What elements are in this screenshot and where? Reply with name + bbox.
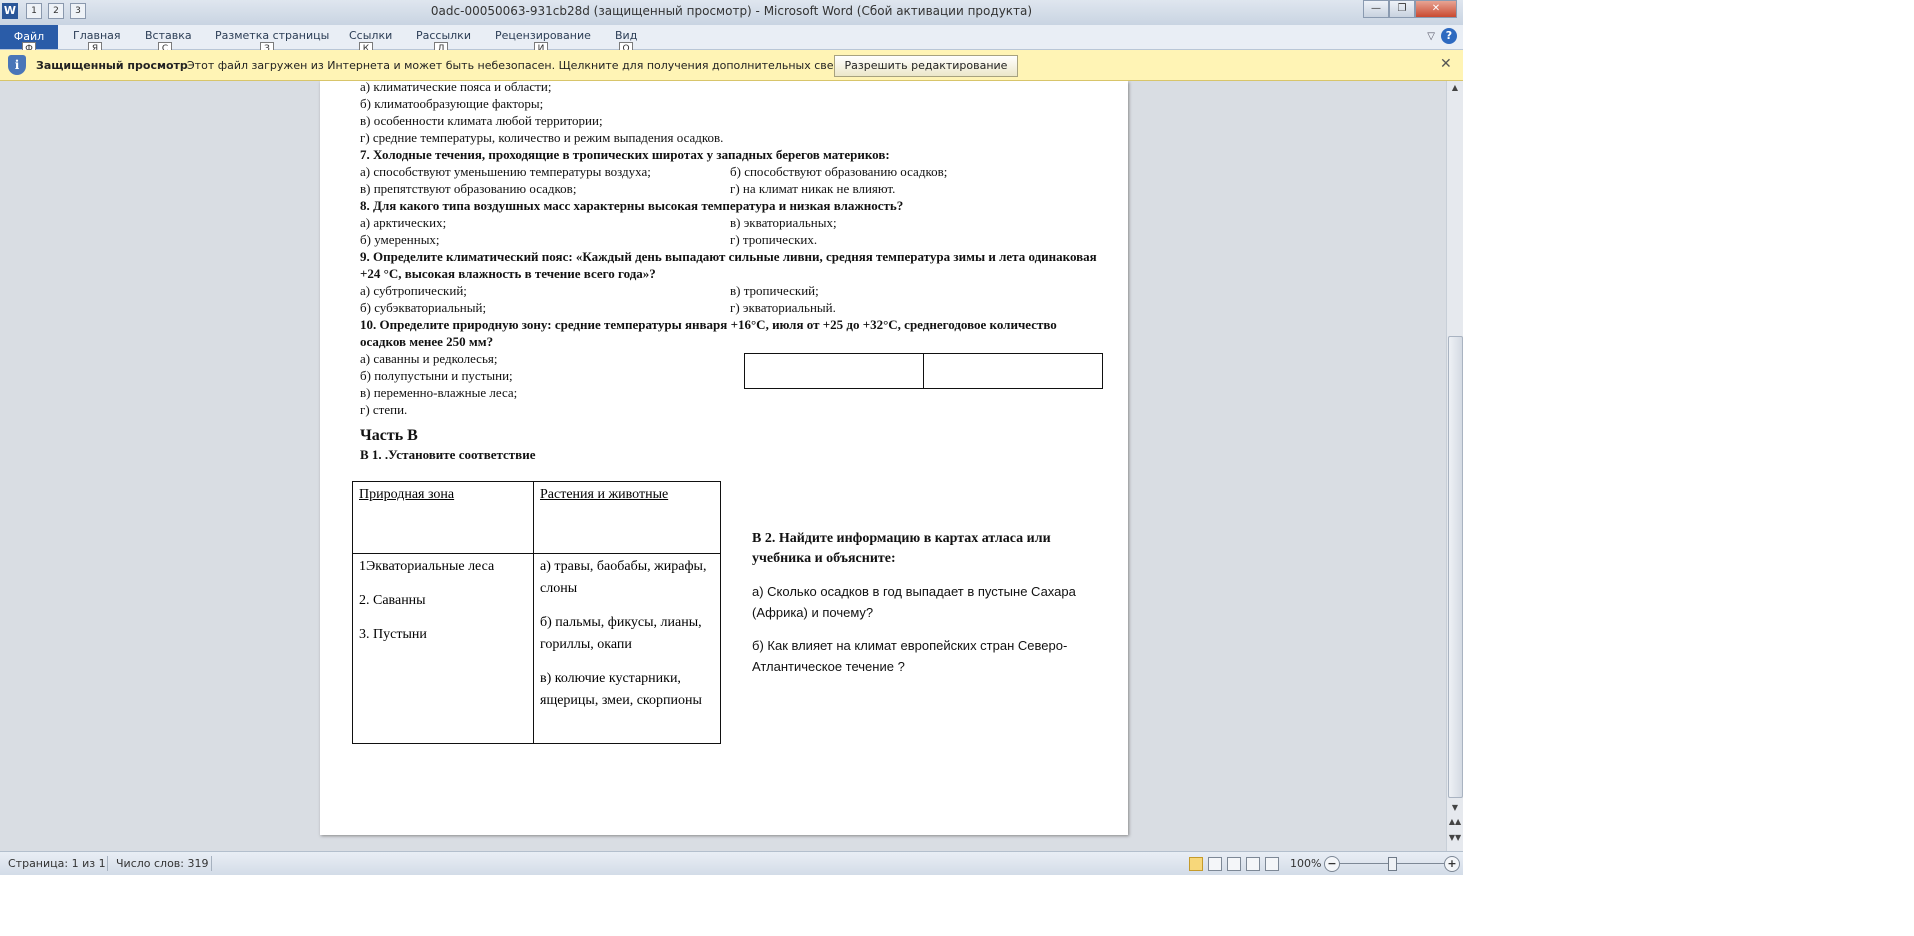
previous-page-icon[interactable]: ▲▲ (1447, 817, 1463, 826)
option-text: а) способствуют уменьшению температуры в… (360, 164, 651, 179)
b1-title: В 1. .Установите соответствие (360, 447, 536, 462)
word-count[interactable]: Число слов: 319 (116, 857, 209, 870)
fauna-item: а) травы, баобабы, жирафы, слоны (540, 559, 707, 596)
option-line: б) климатообразующие факторы; (360, 96, 544, 111)
zone-item: 1Экваториальные леса (359, 559, 495, 574)
page-content: а) климатические пояса и области; б) кли… (360, 81, 1100, 463)
option-text: б) умеренных; (360, 232, 440, 247)
option-text: г) тропических. (730, 232, 818, 247)
option-line: г) средние температуры, количество и реж… (360, 130, 724, 145)
option-line: в) особенности климата любой территории; (360, 113, 603, 128)
status-divider (107, 856, 108, 871)
answer-table (744, 353, 1103, 389)
question-8: 8. Для какого типа воздушных масс характ… (360, 198, 904, 213)
full-screen-reading-icon[interactable] (1208, 857, 1222, 871)
scroll-up-icon[interactable]: ▲ (1447, 83, 1463, 92)
status-bar: Страница: 1 из 1 Число слов: 319 100% − … (0, 851, 1463, 875)
q9-options-row: а) субтропический; в) тропический; (360, 282, 1100, 299)
answer-cell[interactable] (923, 353, 1103, 389)
option-text: а) субтропический; (360, 283, 467, 298)
answer-cell[interactable] (744, 353, 924, 389)
question-9: 9. Определите климатический пояс: «Кажды… (360, 249, 1097, 281)
minimize-ribbon-icon[interactable]: ▽ (1427, 31, 1435, 42)
fauna-item: в) колючие кустарники, ящерицы, змеи, ск… (540, 671, 702, 708)
option-text: б) способствуют образованию осадков; (730, 164, 948, 179)
zoom-in-icon[interactable]: + (1444, 856, 1460, 872)
tab-insert[interactable]: Вставка (145, 29, 192, 42)
col-header-fauna: Растения и животные (540, 487, 669, 502)
tab-view[interactable]: Вид (615, 29, 637, 42)
option-line: а) климатические пояса и области; (360, 81, 552, 94)
b2-title: В 2. Найдите информацию в картах атласа … (752, 531, 1051, 566)
window-controls: — ❐ ✕ (1363, 0, 1457, 18)
option-line: г) степи. (360, 402, 408, 417)
option-text: г) экваториальный. (730, 300, 836, 315)
option-text: а) арктических; (360, 215, 447, 230)
option-text: г) на климат никак не влияют. (730, 181, 896, 196)
next-page-icon[interactable]: ▼▼ (1447, 833, 1463, 842)
window-title: 0adc-00050063-931cb28d (защищенный просм… (430, 4, 1033, 18)
print-layout-icon[interactable] (1189, 857, 1203, 871)
protected-view-message[interactable]: Этот файл загружен из Интернета и может … (187, 59, 873, 72)
q9-options-row: б) субэкваториальный; г) экваториальный. (360, 299, 1100, 316)
tab-home[interactable]: Главная (73, 29, 121, 42)
option-text: в) экваториальных; (730, 215, 837, 230)
col-header-zone: Природная зона (359, 487, 455, 502)
option-text: б) субэкваториальный; (360, 300, 487, 315)
outline-view-icon[interactable] (1246, 857, 1260, 871)
scroll-down-icon[interactable]: ▼ (1447, 803, 1463, 812)
document-area: а) климатические пояса и области; б) кли… (0, 81, 1446, 851)
question-10: 10. Определите природную зону: средние т… (360, 317, 1057, 349)
q7-options-row: в) препятствуют образованию осадков; г) … (360, 180, 1100, 197)
tab-mailings[interactable]: Рассылки (416, 29, 471, 42)
help-icon[interactable]: ? (1441, 28, 1457, 44)
title-bar: W 1 2 3 0adc-00050063-931cb28d (защищенн… (0, 0, 1463, 25)
document-page[interactable]: а) климатические пояса и области; б) кли… (320, 81, 1128, 835)
page-count[interactable]: Страница: 1 из 1 (8, 857, 106, 870)
q7-options-row: а) способствуют уменьшению температуры в… (360, 163, 1100, 180)
option-text: в) тропический; (730, 283, 819, 298)
vertical-scrollbar[interactable]: ▲ ▼ ▲▲ ▼▼ (1446, 81, 1463, 851)
zoom-slider-thumb[interactable] (1388, 857, 1397, 871)
fauna-cell: а) травы, баобабы, жирафы, слоны б) паль… (533, 553, 721, 744)
question-7: 7. Холодные течения, проходящие в тропич… (360, 147, 890, 162)
draft-view-icon[interactable] (1265, 857, 1279, 871)
b2-item: а) Сколько осадков в год выпадает в пуст… (752, 584, 1076, 620)
protected-view-bar: i Защищенный просмотр Этот файл загружен… (0, 50, 1463, 81)
q8-options-row: б) умеренных; г) тропических. (360, 231, 1100, 248)
protected-view-title: Защищенный просмотр (36, 59, 188, 72)
matching-table: Природная зона Растения и животные 1Эква… (352, 481, 721, 744)
shield-icon: i (8, 55, 26, 75)
zones-cell: 1Экваториальные леса 2. Саванны 3. Пусты… (352, 553, 534, 744)
b2-item: б) Как влияет на климат европейских стра… (752, 638, 1068, 674)
tab-page-layout[interactable]: Разметка страницы (215, 29, 329, 42)
enable-editing-button[interactable]: Разрешить редактирование (834, 55, 1018, 77)
zoom-level[interactable]: 100% (1290, 857, 1321, 870)
part-b-heading: Часть В (360, 427, 418, 444)
zone-item: 3. Пустыни (359, 627, 427, 642)
zone-item: 2. Саванны (359, 593, 426, 608)
word-window: W 1 2 3 0adc-00050063-931cb28d (защищенн… (0, 0, 1463, 875)
q8-options-row: а) арктических; в) экваториальных; (360, 214, 1100, 231)
fauna-item: б) пальмы, фикусы, лианы, гориллы, окапи (540, 615, 702, 652)
maximize-button[interactable]: ❐ (1389, 0, 1415, 18)
web-layout-icon[interactable] (1227, 857, 1241, 871)
close-button[interactable]: ✕ (1415, 0, 1457, 18)
tab-review[interactable]: Рецензирование (495, 29, 591, 42)
b2-block: В 2. Найдите информацию в картах атласа … (752, 529, 1112, 677)
status-divider (211, 856, 212, 871)
option-text: в) препятствуют образованию осадков; (360, 181, 577, 196)
zoom-out-icon[interactable]: − (1324, 856, 1340, 872)
minimize-button[interactable]: — (1363, 0, 1389, 18)
close-message-bar-icon[interactable]: ✕ (1440, 56, 1452, 72)
scroll-thumb[interactable] (1448, 336, 1463, 798)
tab-references[interactable]: Ссылки (349, 29, 392, 42)
ribbon-tabs: Файл Главная Вставка Разметка страницы С… (0, 25, 1463, 56)
ribbon-right-controls: ▽ ? (1427, 28, 1457, 44)
